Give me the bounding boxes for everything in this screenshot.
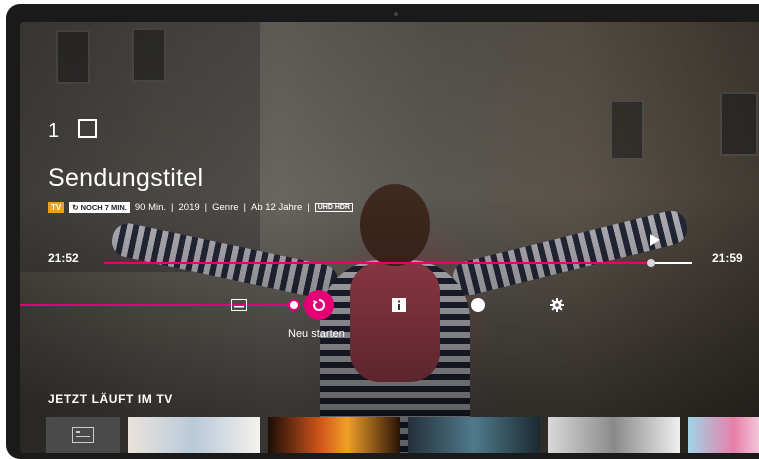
- duration: 90 Min.: [134, 202, 167, 213]
- focused-control-label: Neu starten: [288, 328, 345, 340]
- info-icon: [392, 298, 406, 312]
- program-meta: TV ↻ NOCH 7 MIN. 90 Min. | 2019 | Genre …: [48, 201, 353, 214]
- tv-grid-icon: [72, 427, 94, 443]
- settings-button[interactable]: [548, 296, 566, 314]
- restart-small-icon: ↻: [72, 203, 79, 212]
- program-thumbnail[interactable]: [128, 417, 260, 453]
- uhd-hdr-badge: UHD HDR: [314, 203, 353, 212]
- dark-overlay: [20, 22, 759, 453]
- year: 2019: [178, 202, 200, 213]
- channel-logo-placeholder: [78, 119, 97, 138]
- focus-connector-line: [20, 304, 292, 306]
- section-title: JETZT LÄUFT IM TV: [48, 392, 173, 406]
- info-button[interactable]: [390, 296, 408, 314]
- focus-connector-dot: [288, 299, 300, 311]
- progress-track[interactable]: [104, 259, 692, 267]
- restart-button[interactable]: [304, 290, 334, 320]
- subtitles-button[interactable]: [230, 296, 248, 314]
- camera-dot: [394, 12, 398, 16]
- program-thumbnail[interactable]: [268, 417, 400, 453]
- tv-screen: 1 Sendungstitel TV ↻ NOCH 7 MIN. 90 Min.…: [20, 22, 759, 453]
- start-time: 21:52: [48, 251, 79, 265]
- tv-badge: TV: [48, 202, 65, 213]
- program-thumbnail[interactable]: [688, 417, 759, 453]
- channel-thumbnail-tile[interactable]: [46, 417, 120, 453]
- end-time: 21:59: [712, 251, 743, 265]
- genre: Genre: [212, 202, 239, 213]
- subtitles-icon: [231, 299, 247, 311]
- channel-number: 1: [48, 120, 60, 142]
- meta-separator: |: [307, 202, 310, 213]
- remaining-badge: ↻ NOCH 7 MIN.: [69, 202, 130, 213]
- record-button[interactable]: [469, 296, 487, 314]
- tv-frame: 1 Sendungstitel TV ↻ NOCH 7 MIN. 90 Min.…: [6, 4, 759, 459]
- progress-fill: [104, 262, 651, 264]
- progress-knob[interactable]: [646, 259, 655, 267]
- program-thumbnail[interactable]: [408, 417, 540, 453]
- meta-separator: |: [243, 202, 246, 213]
- restart-icon: [313, 298, 325, 311]
- meta-separator: |: [171, 202, 174, 213]
- settings-icon: [550, 298, 564, 312]
- record-icon: [471, 298, 485, 312]
- meta-separator: |: [204, 202, 208, 213]
- remaining-text: NOCH 7 MIN.: [80, 203, 127, 212]
- program-thumbnail[interactable]: [548, 417, 680, 453]
- age-rating: Ab 12 Jahre: [251, 202, 303, 213]
- program-title: Sendungstitel: [48, 164, 204, 192]
- play-indicator-icon: [650, 234, 660, 246]
